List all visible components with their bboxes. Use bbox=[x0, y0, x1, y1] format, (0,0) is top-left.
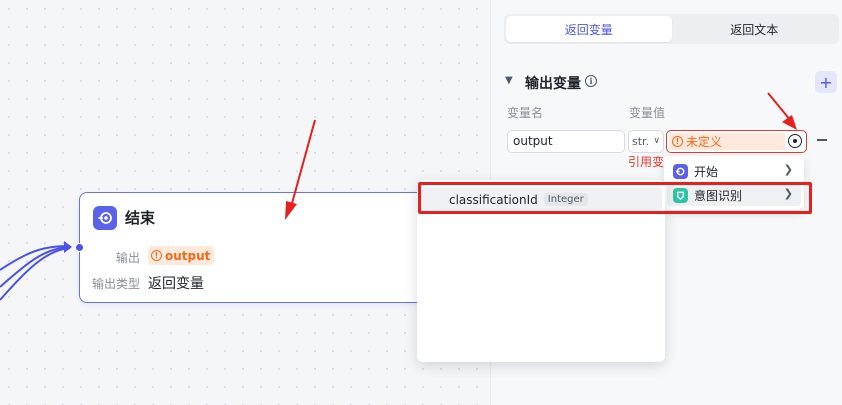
tab-return-variable[interactable]: 返回变量 bbox=[506, 16, 672, 42]
node-select-menu: 开始 ❯ 意图识别 ❯ bbox=[664, 156, 804, 210]
warning-icon: ! bbox=[672, 136, 683, 147]
output-type-value: 返回变量 bbox=[148, 276, 204, 292]
output-warning-tag: ! output bbox=[148, 246, 215, 265]
variable-submenu: classificationId Integer bbox=[417, 180, 665, 362]
chevron-down-icon: ∨ bbox=[653, 136, 660, 146]
end-node-card[interactable]: 结束 输出 ! output 输出类型 返回变量 bbox=[75, 192, 424, 303]
warning-icon: ! bbox=[151, 250, 162, 261]
return-mode-tabs: 返回变量 返回文本 bbox=[504, 14, 839, 44]
menu-item-label: 开始 bbox=[694, 164, 719, 179]
output-label: 输出 bbox=[115, 251, 140, 265]
info-icon[interactable]: i bbox=[585, 75, 597, 87]
variable-name: classificationId bbox=[449, 192, 538, 207]
chevron-down-icon[interactable]: ▼ bbox=[505, 75, 513, 86]
chevron-right-icon: ❯ bbox=[783, 163, 793, 176]
menu-item-start[interactable]: 开始 ❯ bbox=[667, 160, 801, 182]
end-node-icon bbox=[93, 206, 117, 230]
chevron-right-icon: ❯ bbox=[783, 187, 793, 200]
column-header-value: 变量值 bbox=[629, 106, 666, 120]
undefined-value-tag: ! 未定义 bbox=[669, 133, 785, 150]
node-title: 结束 bbox=[125, 209, 156, 227]
reference-variable-button[interactable] bbox=[788, 134, 802, 148]
menu-item-label: 意图识别 bbox=[694, 188, 743, 203]
variable-option[interactable]: classificationId Integer bbox=[420, 187, 662, 212]
menu-item-intent[interactable]: 意图识别 ❯ bbox=[667, 184, 801, 206]
section-title: 输出变量 bbox=[525, 76, 581, 92]
value-type-text: str. bbox=[632, 135, 650, 148]
variable-type-badge: Integer bbox=[543, 193, 588, 206]
value-status: 未定义 bbox=[686, 135, 723, 149]
start-node-icon bbox=[673, 163, 688, 179]
value-type-select[interactable]: str. ∨ bbox=[628, 130, 664, 153]
intent-node-icon bbox=[673, 187, 688, 203]
variable-name-input[interactable]: output bbox=[507, 130, 625, 153]
variable-value-field[interactable]: ! 未定义 bbox=[666, 130, 807, 153]
column-header-name: 变量名 bbox=[507, 106, 544, 120]
input-handle[interactable] bbox=[75, 243, 84, 252]
output-type-label: 输出类型 bbox=[91, 277, 140, 291]
error-message: 引用变 bbox=[628, 155, 665, 169]
add-variable-button[interactable]: + bbox=[815, 71, 837, 93]
tab-return-text[interactable]: 返回文本 bbox=[672, 16, 838, 42]
output-value: output bbox=[165, 248, 211, 263]
remove-variable-button[interactable] bbox=[815, 133, 829, 147]
